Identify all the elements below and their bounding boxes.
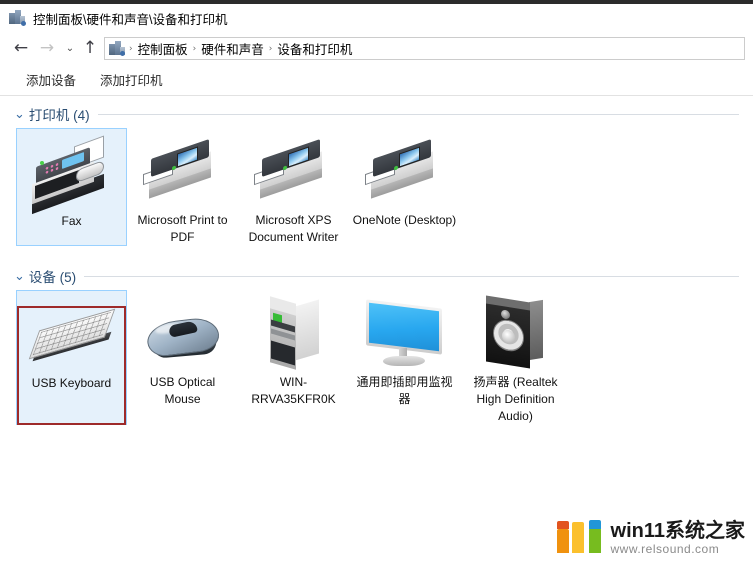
- recent-locations-button[interactable]: ⌄: [60, 36, 80, 62]
- command-toolbar: 添加设备 添加打印机: [0, 64, 753, 96]
- speaker-icon: [472, 295, 560, 372]
- device-tile-label: 通用即插即用监视器: [356, 375, 453, 406]
- group-header-devices: ⌄ 设备 (5): [10, 264, 753, 288]
- device-tile-label: USB Keyboard: [31, 376, 112, 390]
- breadcrumb-item-hardware-and-sound[interactable]: 硬件和声音: [198, 39, 267, 58]
- printer-icon: [139, 136, 227, 210]
- breadcrumb-control-panel-icon: [109, 41, 125, 56]
- device-tile-usb-keyboard[interactable]: USB Keyboard: [16, 290, 127, 425]
- device-tile-microsoft-xps-document-writer[interactable]: Microsoft XPS Document Writer: [238, 128, 349, 246]
- device-tile-label: Microsoft Print to PDF: [137, 213, 228, 244]
- add-printer-button[interactable]: 添加打印机: [91, 66, 172, 93]
- device-tile-label: OneNote (Desktop): [352, 213, 457, 227]
- breadcrumb-separator-2[interactable]: ›: [267, 44, 275, 54]
- forward-arrow-icon: →: [39, 38, 55, 58]
- group-header-printers: ⌄ 打印机 (4): [10, 102, 753, 126]
- monitor-icon: [361, 298, 449, 372]
- group-title-printers: 打印机 (4): [28, 108, 90, 123]
- printer-icon: [250, 136, 338, 210]
- pc-tower-icon: [250, 296, 338, 372]
- back-button[interactable]: ←: [8, 36, 34, 62]
- fax-machine-icon: [28, 135, 116, 215]
- group-divider: [84, 275, 739, 277]
- device-tile-win-rrva35kfr0k[interactable]: WIN-RRVA35KFR0K: [238, 290, 349, 425]
- device-tile-label: WIN-RRVA35KFR0K: [251, 375, 336, 406]
- window-title: 控制面板\硬件和声音\设备和打印机: [33, 12, 228, 27]
- device-tile-usb-optical-mouse[interactable]: USB Optical Mouse: [127, 290, 238, 425]
- up-arrow-icon: ↑: [82, 38, 98, 58]
- chevron-down-icon[interactable]: ⌄: [14, 270, 25, 283]
- devices-and-printers-window: 控制面板\硬件和声音\设备和打印机 ← → ⌄ ↑ › 控制面板 › 硬件和声音…: [0, 0, 753, 563]
- device-tile-microsoft-print-to-pdf[interactable]: Microsoft Print to PDF: [127, 128, 238, 246]
- add-device-button[interactable]: 添加设备: [17, 66, 85, 93]
- items-view: ⌄ 打印机 (4) Fax Microsoft Print to PDF Mic…: [0, 96, 753, 563]
- group-title-devices: 设备 (5): [28, 270, 77, 285]
- device-tile-fax[interactable]: Fax: [16, 128, 127, 246]
- address-bar[interactable]: › 控制面板 › 硬件和声音 › 设备和打印机: [104, 37, 745, 60]
- breadcrumb-item-control-panel[interactable]: 控制面板: [135, 39, 191, 58]
- title-bar: 控制面板\硬件和声音\设备和打印机: [0, 4, 753, 33]
- chevron-down-icon: ⌄: [65, 43, 75, 54]
- control-panel-icon: [9, 10, 26, 26]
- device-tile-label: 扬声器 (Realtek High Definition Audio): [473, 375, 558, 423]
- mouse-icon: [139, 298, 227, 372]
- win11-logo-icon: [556, 520, 603, 553]
- device-tile-label: USB Optical Mouse: [149, 375, 216, 406]
- back-arrow-icon: ←: [13, 38, 29, 58]
- breadcrumb-separator-0[interactable]: ›: [127, 44, 135, 54]
- breadcrumb-separator-1[interactable]: ›: [191, 44, 199, 54]
- navigation-bar: ← → ⌄ ↑ › 控制面板 › 硬件和声音 › 设备和打印机: [0, 33, 753, 64]
- watermark: win11系统之家 www.relsound.com: [556, 520, 745, 557]
- printer-icon: [361, 136, 449, 210]
- device-tile-realtek-speakers[interactable]: 扬声器 (Realtek High Definition Audio): [460, 290, 571, 425]
- watermark-url: www.relsound.com: [610, 542, 720, 556]
- device-tile-onenote-desktop[interactable]: OneNote (Desktop): [349, 128, 460, 246]
- forward-button[interactable]: →: [34, 36, 60, 62]
- device-tile-label: Fax: [61, 214, 82, 228]
- printers-tile-list: Fax Microsoft Print to PDF Microsoft XPS…: [10, 128, 753, 246]
- keyboard-icon: [28, 299, 116, 373]
- group-divider: [97, 113, 739, 115]
- chevron-down-icon[interactable]: ⌄: [14, 108, 25, 121]
- up-button[interactable]: ↑: [80, 36, 100, 62]
- device-tile-generic-pnp-monitor[interactable]: 通用即插即用监视器: [349, 290, 460, 425]
- watermark-title: win11系统之家: [610, 520, 745, 542]
- breadcrumb-item-devices-and-printers[interactable]: 设备和打印机: [274, 39, 355, 58]
- device-tile-label: Microsoft XPS Document Writer: [248, 213, 339, 244]
- devices-tile-list: USB Keyboard USB Optical Mouse WIN-RRVA3…: [10, 290, 753, 425]
